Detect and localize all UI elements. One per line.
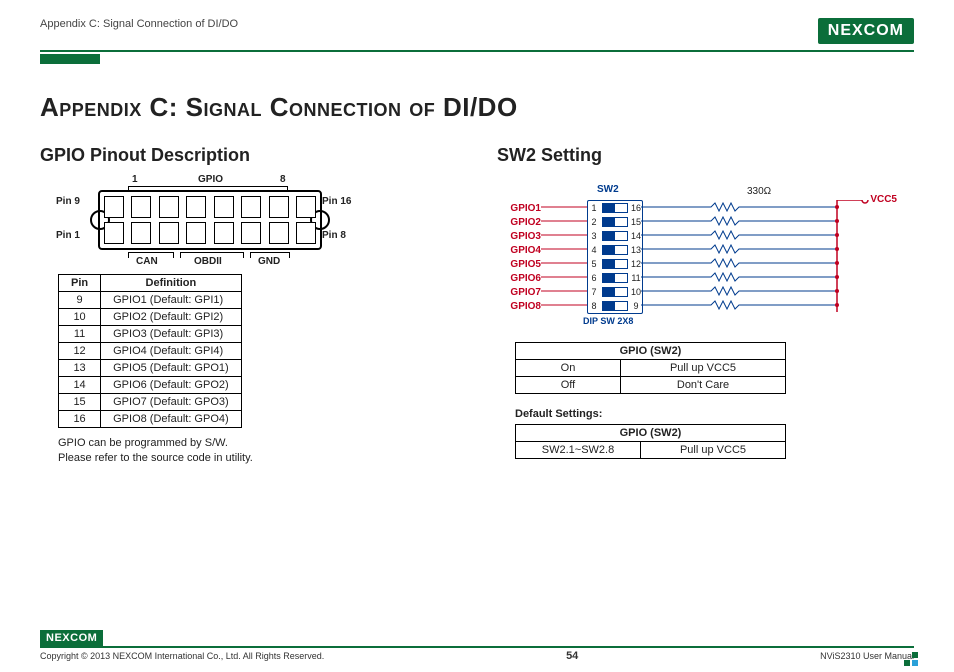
sw2-schematic: SW2 GPIO1 GPIO2 GPIO3 GPIO4 GPIO5 GPIO6 …: [497, 176, 897, 336]
logo-bottom: NEXCOM: [40, 630, 103, 646]
header-tab: [40, 54, 100, 64]
page-title: Appendix C: Signal Connection of DI/DO: [40, 92, 914, 123]
header-rule: [40, 50, 914, 52]
gnd-label: GND: [258, 256, 280, 267]
top-bracket: [128, 186, 288, 188]
default-settings-header: Default Settings:: [515, 408, 914, 420]
pin-col-header: Pin: [59, 275, 101, 292]
breadcrumb: Appendix C: Signal Connection of DI/DO: [40, 18, 238, 30]
dip-switch: 116 215 314 413 512 611 710 89: [587, 200, 643, 314]
sw2-heading: SW2 Setting: [497, 145, 914, 166]
sw2-table: GPIO (SW2) OnPull up VCC5 OffDon't Care: [515, 342, 786, 394]
footer: NEXCOM Copyright © 2013 NEXCOM Internati…: [40, 628, 914, 662]
def-col-header: Definition: [101, 275, 242, 292]
num1-label: 1: [132, 174, 138, 185]
logo-top: NEXCOM: [818, 18, 914, 44]
gpio-labels: GPIO1 GPIO2 GPIO3 GPIO4 GPIO5 GPIO6 GPIO…: [497, 202, 541, 314]
can-label: CAN: [136, 256, 158, 267]
can-bracket: [128, 252, 174, 254]
default-table: GPIO (SW2) SW2.1~SW2.8Pull up VCC5: [515, 424, 786, 459]
num8-label: 8: [280, 174, 286, 185]
connector-diagram: Pin 9 Pin 16 Pin 1 Pin 8 1 GPIO 8: [58, 176, 358, 266]
pin-table: Pin Definition 9GPIO1 (Default: GPI1) 10…: [58, 274, 242, 428]
pin16-label: Pin 16: [322, 196, 351, 207]
dip-subtitle: DIP SW 2X8: [583, 316, 633, 326]
gpio-top-label: GPIO: [198, 174, 223, 185]
resistor-label: 330Ω: [747, 186, 771, 197]
obd-label: OBDII: [194, 256, 222, 267]
manual-name: NViS2310 User Manual: [820, 651, 914, 661]
resistor-network: [641, 200, 871, 312]
pin1-label: Pin 1: [56, 230, 80, 241]
copyright: Copyright © 2013 NEXCOM International Co…: [40, 651, 324, 661]
gpio-note: GPIO can be programmed by S/W. Please re…: [58, 436, 457, 467]
obd-bracket: [180, 252, 244, 254]
pin9-label: Pin 9: [56, 196, 80, 207]
corner-decoration: [904, 652, 918, 666]
gpio-heading: GPIO Pinout Description: [40, 145, 457, 166]
gpio-traces: [541, 200, 587, 312]
gnd-bracket: [250, 252, 290, 254]
pin8-label: Pin 8: [322, 230, 346, 241]
sw2-title: SW2: [597, 184, 619, 195]
page-number: 54: [566, 650, 578, 662]
vcc-label: VCC5: [870, 194, 897, 205]
